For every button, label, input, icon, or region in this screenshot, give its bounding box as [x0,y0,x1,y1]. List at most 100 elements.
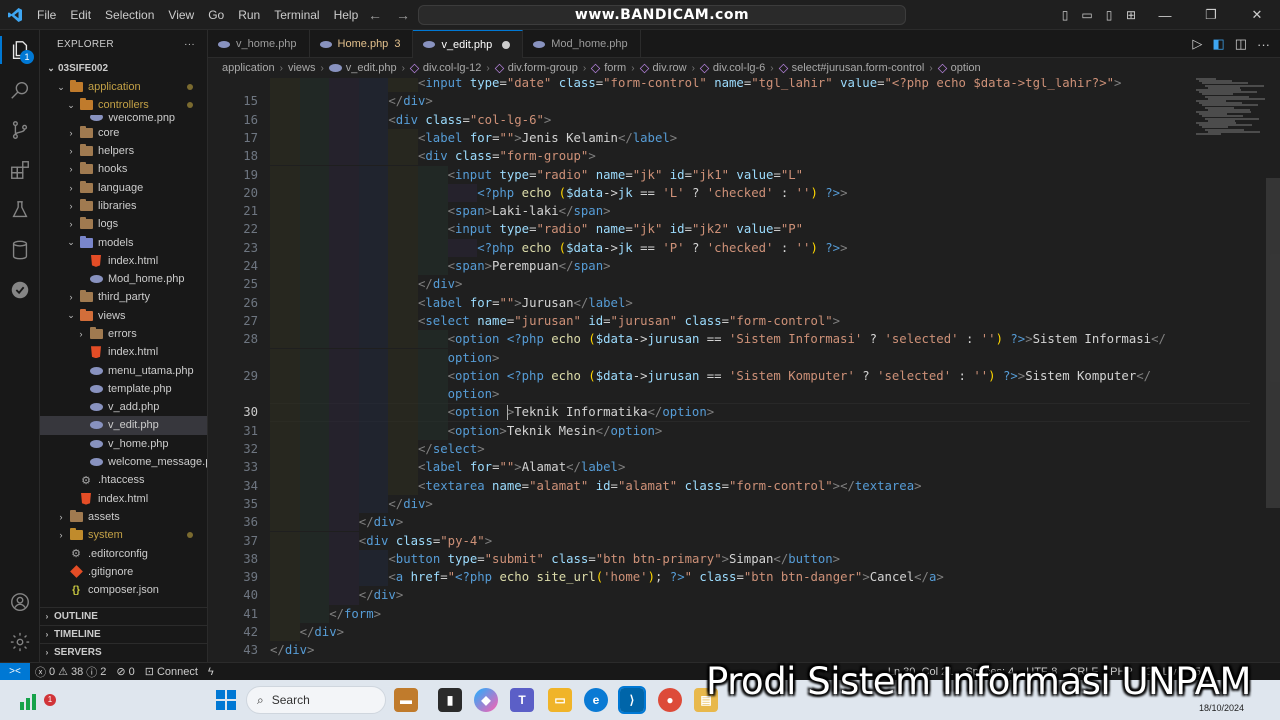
toggle-sidebar-icon[interactable]: ▯ [1054,0,1076,30]
command-center[interactable]: www.BANDICAM.com [418,5,906,25]
code-line[interactable]: <option <?php echo ($data->jurusan == 'S… [448,367,1151,385]
tab-v_home-php[interactable]: v_home.php [208,30,310,58]
split-editor-icon[interactable]: ◫ [1235,36,1247,52]
breadcrumb-item[interactable]: v_edit.php [328,62,397,74]
more-actions-icon[interactable]: ··· [184,39,195,50]
breadcrumb-item[interactable]: option [937,62,981,74]
tree-folder[interactable]: › libraries [40,197,207,215]
code-line[interactable]: <label for="">Alamat</label> [418,458,625,476]
taskbar-search[interactable]: ⌕ Search [246,686,386,714]
remote-indicator[interactable]: >< [0,662,30,681]
connect-button[interactable]: ⊡ Connect [140,665,203,679]
tree-file[interactable]: v_home.php [40,435,207,453]
explorer-icon[interactable]: 1 [0,30,40,70]
tree-folder[interactable]: › system [40,526,207,544]
menu-item-view[interactable]: View [161,0,201,30]
app-icon-briefcase[interactable]: ▬ [394,688,418,712]
app-icon-chrome[interactable]: ● [658,688,682,712]
search-icon[interactable] [0,70,40,110]
tree-file[interactable]: template.php [40,380,207,398]
database-icon[interactable] [0,230,40,270]
code-line[interactable]: <div class="form-group"> [418,147,596,165]
code-line[interactable]: option> [448,385,500,403]
code-line[interactable]: <button type="submit" class="btn btn-pri… [388,550,840,568]
tree-folder[interactable]: › language [40,178,207,196]
tree-file[interactable]: ⚙ .htaccess [40,471,207,489]
app-icon-file-explorer[interactable]: ▭ [548,688,572,712]
code-line[interactable]: </select> [418,440,485,458]
code-line[interactable]: <label for="">Jurusan</label> [418,294,633,312]
customize-layout-icon[interactable]: ⊞ [1120,0,1142,30]
code-line[interactable]: <?php echo ($data->jk == 'L' ? 'checked'… [477,184,847,202]
tree-file[interactable]: Mod_home.php [40,270,207,288]
code-line[interactable]: <label for="">Jenis Kelamin</label> [418,129,677,147]
go-live-icon[interactable]: ◧ [1212,36,1224,52]
code-line[interactable]: <input type="radio" name="jk" id="jk1" v… [448,166,803,184]
breadcrumb-item[interactable]: application [222,62,275,74]
minimize-icon[interactable]: — [1142,0,1188,30]
accounts-icon[interactable] [0,582,40,622]
back-arrow-icon[interactable]: ← [368,7,382,23]
tree-file[interactable]: v_add.php [40,398,207,416]
breadcrumb-item[interactable]: div.col-lg-12 [409,62,481,74]
breadcrumb-item[interactable]: form [590,62,626,74]
code-line[interactable]: </div> [359,586,403,604]
code-line[interactable]: </div> [388,92,432,110]
code-line[interactable]: </div> [300,623,344,641]
breadcrumb-item[interactable]: div.form-group [494,62,578,74]
code-line[interactable]: <div class="py-4"> [359,532,492,550]
tree-folder[interactable]: ⌄ application [40,78,207,96]
code-line[interactable]: </div> [388,495,432,513]
menu-item-file[interactable]: File [30,0,63,30]
testing-icon[interactable] [0,190,40,230]
widgets-icon[interactable]: 1 [16,688,56,714]
code-line[interactable]: </div> [418,275,462,293]
problems-indicator[interactable]: ⓧ 0 ⚠ 38 ⓘ 2 [30,664,111,680]
tree-file[interactable]: index.html [40,252,207,270]
menu-item-run[interactable]: Run [231,0,267,30]
menu-item-help[interactable]: Help [327,0,366,30]
tree-file[interactable]: index.html [40,490,207,508]
code-line[interactable]: <option >Teknik Informatika</option> [448,403,715,421]
more-actions-icon[interactable]: ··· [1257,37,1270,52]
toggle-secondary-sidebar-icon[interactable]: ▯ [1098,0,1120,30]
tree-file[interactable]: v_edit.php [40,416,207,435]
restore-icon[interactable]: ❐ [1188,0,1234,30]
code-line[interactable]: <option <?php echo ($data->jurusan == 'S… [448,330,1166,348]
tree-folder[interactable]: › hooks [40,160,207,178]
app-icon-vscode[interactable]: ⟩ [618,686,646,714]
code-line[interactable]: </form> [329,605,381,623]
menu-item-go[interactable]: Go [201,0,231,30]
unsaved-dot-icon[interactable] [502,40,511,49]
source-control-icon[interactable] [0,110,40,150]
tree-file[interactable]: {} composer.json [40,581,207,599]
code-line[interactable]: option> [448,349,500,367]
workspace-root[interactable]: ⌄ 03SIFE002 [40,58,207,78]
tree-folder[interactable]: › errors [40,325,207,343]
breadcrumb-item[interactable]: views [288,62,316,74]
menu-item-edit[interactable]: Edit [63,0,98,30]
code-line[interactable]: <a href="<?php echo site_url('home'); ?>… [388,568,943,586]
code-line[interactable]: <select name="jurusan" id="jurusan" clas… [418,312,840,330]
code-line[interactable]: <div class="col-lg-6"> [388,111,551,129]
tree-file[interactable]: menu_utama.php [40,361,207,379]
tree-folder[interactable]: ⌄ views [40,307,207,325]
tree-file[interactable]: .gitignore [40,563,207,581]
app-icon-teams[interactable]: T [510,688,534,712]
servers-section[interactable]: › SERVERS [40,643,207,661]
close-icon[interactable]: ✕ [1234,0,1280,30]
breadcrumb-item[interactable]: div.col-lg-6 [699,62,765,74]
tree-folder[interactable]: › third_party [40,288,207,306]
settings-gear-icon[interactable] [0,622,40,662]
tree-folder[interactable]: ⌄ models [40,233,207,251]
code-line[interactable]: <option>Teknik Mesin</option> [448,422,663,440]
tree-folder[interactable]: ⌄ controllers [40,96,207,114]
toggle-panel-icon[interactable]: ▭ [1076,0,1098,30]
code-line[interactable]: <span>Laki-laki</span> [448,202,611,220]
run-icon[interactable]: ▷ [1192,36,1202,52]
timeline-section[interactable]: › TIMELINE [40,625,207,643]
tree-folder[interactable]: › logs [40,215,207,233]
tab-v_edit-php[interactable]: v_edit.php [413,30,524,58]
lightning-icon[interactable]: ϟ [203,666,219,678]
app-icon-edge[interactable]: e [584,688,608,712]
